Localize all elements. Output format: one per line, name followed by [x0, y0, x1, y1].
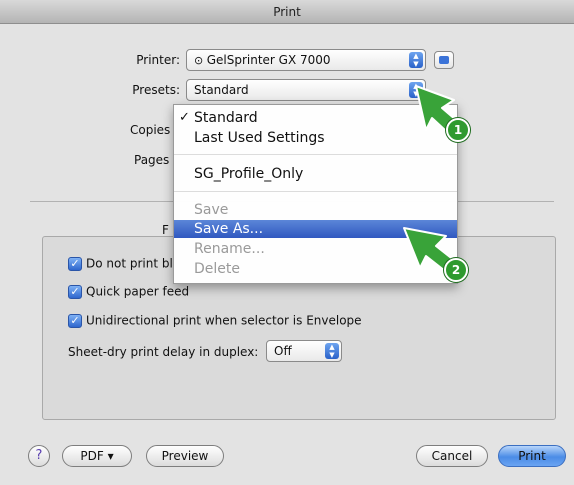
annotation-badge-2: 2 [444, 258, 468, 282]
annotation-arrow-1 [415, 85, 471, 143]
print-dialog: Print Printer: ⊙ GelSprinter GX 7000 ▲ ▼ … [0, 0, 574, 485]
duplex-delay-popup[interactable]: Off ▲ ▼ [266, 340, 342, 362]
printer-value: GelSprinter GX 7000 [206, 53, 331, 67]
presets-label: Presets: [132, 83, 180, 97]
print-button[interactable]: Print [498, 445, 566, 467]
option-quick-paper-feed[interactable]: ✓ Quick paper feed [68, 284, 189, 299]
option-do-not-print[interactable]: ✓ Do not print bl [68, 256, 173, 271]
printer-popup[interactable]: ⊙ GelSprinter GX 7000 ▲ ▼ [186, 49, 426, 71]
stepper-icon: ▲▼ [409, 52, 423, 68]
annotation-badge-1: 1 [446, 118, 470, 142]
menu-separator [174, 191, 457, 192]
stepper-icon: ▲▼ [325, 343, 339, 359]
window-title: Print [0, 0, 574, 24]
pages-label: Pages [134, 153, 170, 167]
disclosure-button[interactable] [434, 51, 454, 69]
option-unidirectional-print[interactable]: ✓ Unidirectional print when selector is E… [68, 313, 362, 328]
presets-value: Standard [194, 83, 249, 97]
presets-popup[interactable]: Standard ▲▼ [186, 79, 426, 101]
checkmark-icon: ✓ [179, 110, 190, 125]
section-label: F [162, 223, 169, 237]
printer-label: Printer: [136, 53, 180, 67]
duplex-delay-label: Sheet-dry print delay in duplex: [68, 345, 259, 359]
duplex-delay-value: Off [274, 344, 292, 358]
help-button[interactable]: ? [28, 445, 50, 467]
checkbox-checked-icon[interactable]: ✓ [68, 284, 82, 299]
printer-status-icon: ⊙ [194, 54, 207, 67]
cancel-button[interactable]: Cancel [416, 445, 488, 467]
copies-label: Copies [130, 123, 171, 137]
menu-item-sg-profile-only[interactable]: SG_Profile_Only [174, 165, 457, 183]
preview-button[interactable]: Preview [146, 445, 224, 467]
menu-item-save: Save [194, 202, 229, 218]
pdf-button[interactable]: PDF ▾ [62, 445, 132, 467]
disclosure-triangle-icon [439, 56, 449, 64]
checkbox-checked-icon[interactable]: ✓ [68, 313, 82, 328]
annotation-arrow-2 [403, 227, 465, 279]
checkbox-checked-icon[interactable]: ✓ [68, 256, 82, 271]
